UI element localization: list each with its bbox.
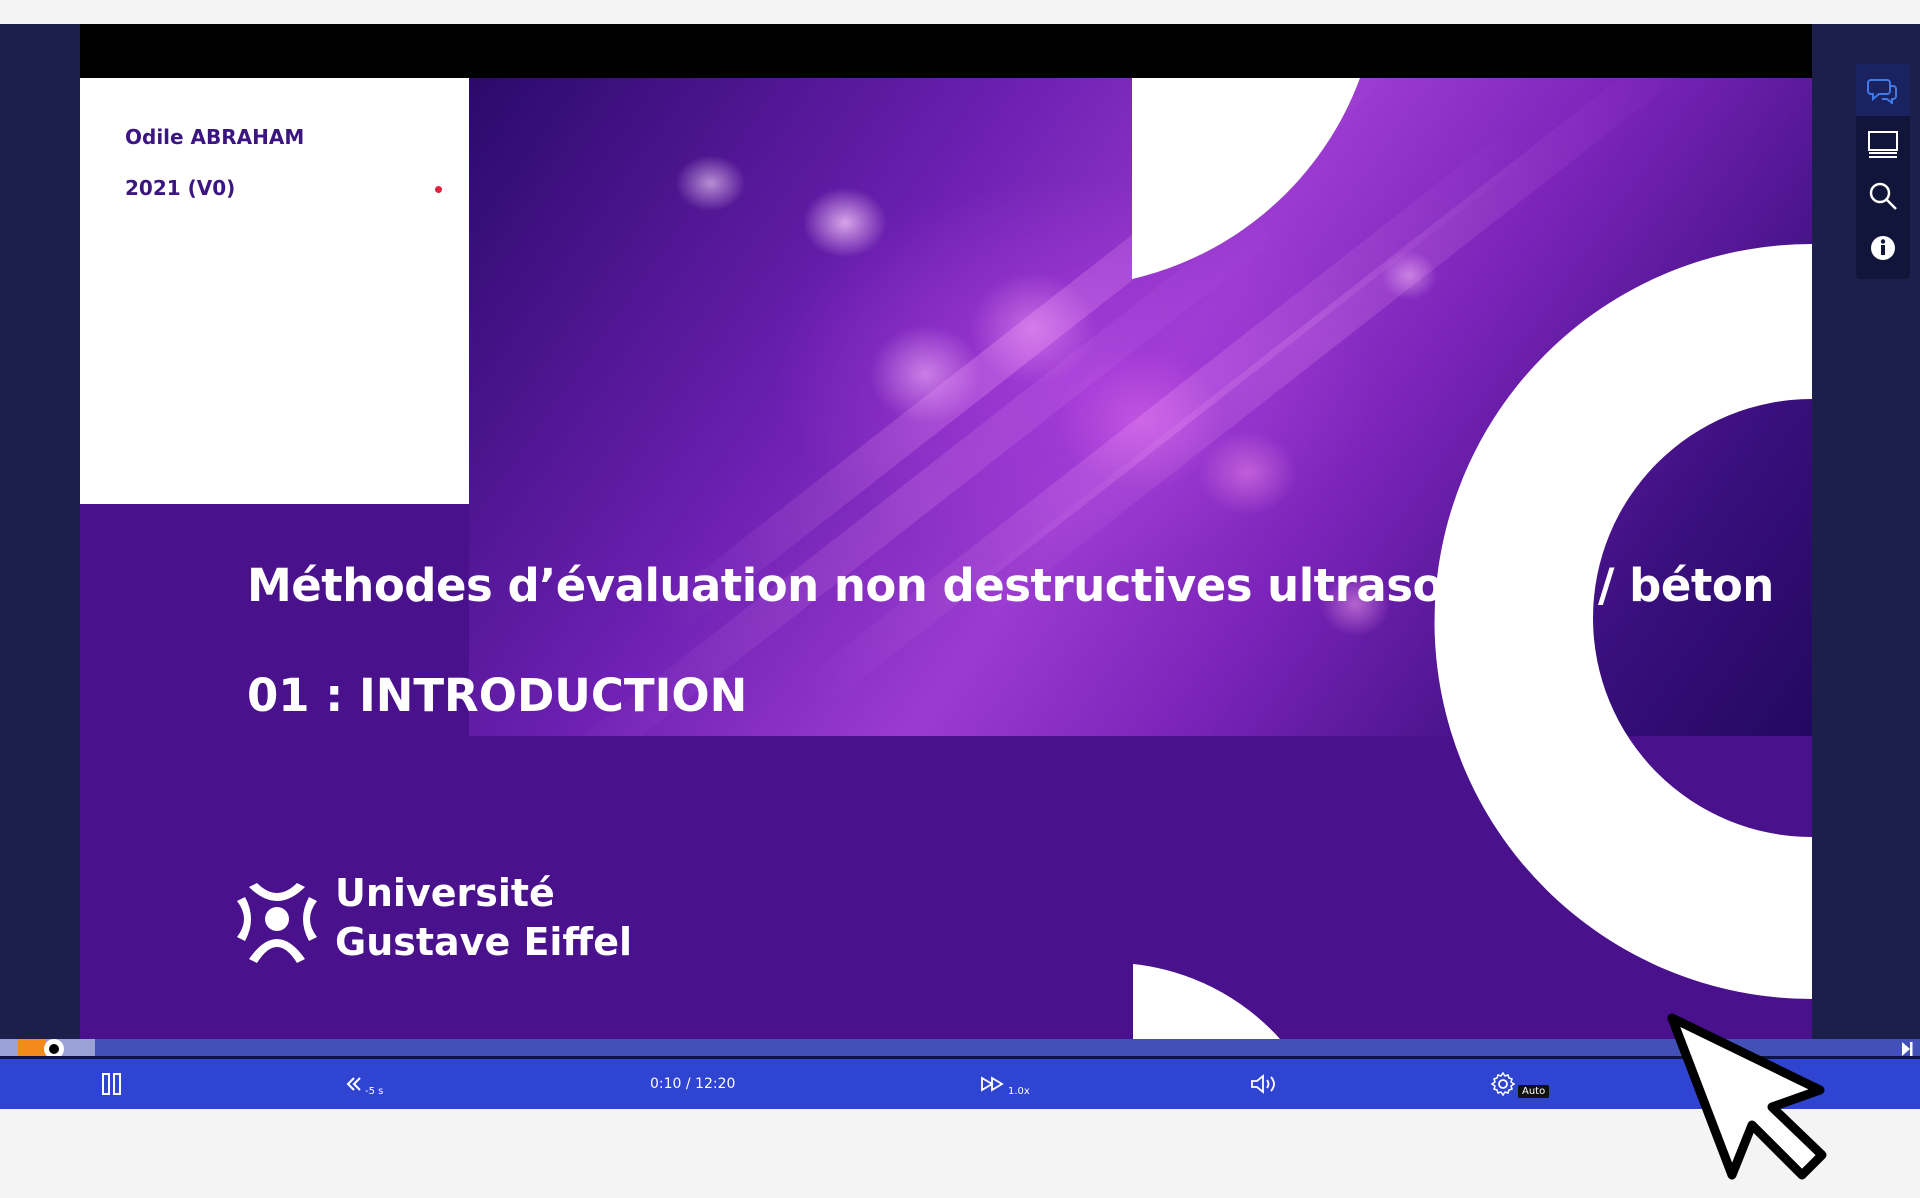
slides-icon [1868, 131, 1898, 158]
speed-label: 1.0x [1008, 1085, 1030, 1097]
logo-mark-icon [237, 883, 317, 963]
comments-icon [1867, 79, 1897, 104]
volume-button[interactable] [1250, 1059, 1278, 1109]
speed-button[interactable]: 1.0x [980, 1059, 1030, 1109]
logo-line-2: Gustave Eiffel [335, 920, 633, 964]
pause-icon [102, 1073, 121, 1095]
search-icon [1869, 182, 1897, 210]
slide: Odile ABRAHAM 2021 (V0) Méthodes d’évalu… [80, 24, 1812, 1039]
control-bar: -5 s 0:10 / 12:20 1.0x Auto [0, 1059, 1920, 1109]
red-dot [435, 186, 442, 193]
rewind-button[interactable]: -5 s [345, 1059, 383, 1109]
logo-line-1: Université [335, 871, 555, 915]
video-player: Odile ABRAHAM 2021 (V0) Méthodes d’évalu… [0, 24, 1920, 1109]
info-button[interactable] [1856, 222, 1910, 274]
author-name: Odile ABRAHAM [125, 125, 305, 149]
right-toolbar [1856, 64, 1910, 279]
slide-year: 2021 (V0) [125, 176, 236, 200]
rewind-icon [346, 1077, 361, 1091]
university-logo: Université Gustave Eiffel [235, 869, 655, 969]
progress-bar[interactable] [0, 1039, 1920, 1059]
mouse-cursor-icon [1667, 1013, 1827, 1180]
next-chapter-icon[interactable] [1896, 1039, 1916, 1059]
player-left-margin [0, 24, 80, 1039]
volume-icon [1251, 1074, 1275, 1094]
gear-icon [1490, 1071, 1516, 1097]
slide-subtitle: 01 : INTRODUCTION [247, 669, 748, 722]
slides-button[interactable] [1856, 118, 1910, 170]
comments-button[interactable] [1856, 64, 1910, 116]
quality-badge: Auto [1518, 1084, 1550, 1098]
rewind-label: -5 s [365, 1085, 384, 1097]
speed-icon [981, 1076, 1004, 1092]
info-icon [1871, 236, 1895, 260]
settings-button[interactable]: Auto [1490, 1059, 1550, 1109]
slide-title: Méthodes d’évaluation non destructives u… [247, 559, 1774, 612]
logo-text: Université Gustave Eiffel [335, 869, 632, 967]
author-card: Odile ABRAHAM 2021 (V0) [80, 78, 469, 504]
search-button[interactable] [1856, 170, 1910, 222]
pause-button[interactable] [100, 1059, 124, 1109]
time-display: 0:10 / 12:20 [650, 1076, 736, 1092]
